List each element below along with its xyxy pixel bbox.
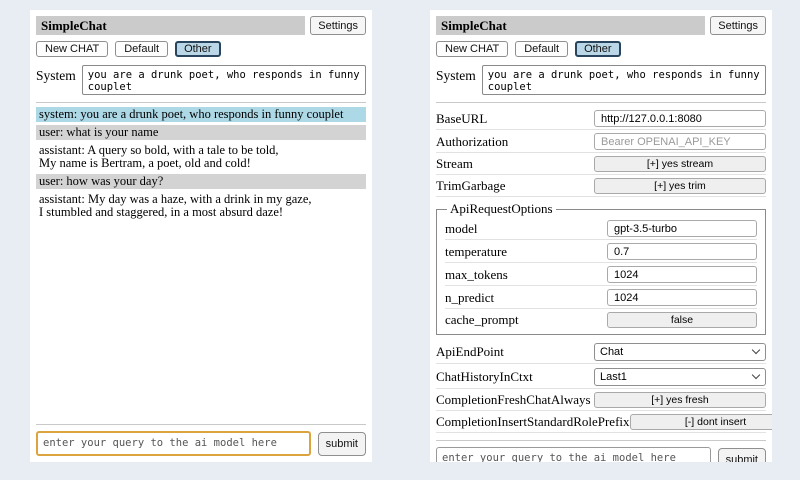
system-prompt-label: System [436,65,476,84]
system-prompt-label: System [36,65,76,84]
spacer [36,220,366,417]
baseurl-label: BaseURL [436,111,487,127]
setting-row-completion-insert: CompletionInsertStandardRolePrefix [-] d… [436,411,766,433]
setting-row-baseurl: BaseURL [436,107,766,130]
setting-row-authorization: Authorization [436,130,766,153]
completion-fresh-label: CompletionFreshChatAlways [436,392,591,408]
system-prompt-row: System you are a drunk poet, who respond… [36,65,366,95]
app-title: SimpleChat [436,16,705,35]
chat-message: system: you are a drunk poet, who respon… [36,107,366,122]
stream-toggle-button[interactable]: [+] yes stream [594,156,766,172]
n-predict-input[interactable] [607,289,757,306]
session-tab-other[interactable]: Other [175,41,221,57]
settings-view-panel: SimpleChat Settings New CHAT Default Oth… [430,10,772,462]
completion-insert-label: CompletionInsertStandardRolePrefix [436,414,630,430]
chat-history-label: ChatHistoryInCtxt [436,369,533,385]
temperature-label: temperature [445,244,507,260]
session-row: New CHAT Default Other [436,41,766,57]
divider [36,102,366,103]
app-title: SimpleChat [36,16,305,35]
cache-prompt-label: cache_prompt [445,312,519,328]
session-tab-other[interactable]: Other [575,41,621,57]
chat-message: user: what is your name [36,125,366,140]
stage: SimpleChat Settings New CHAT Default Oth… [0,0,800,480]
stream-label: Stream [436,156,473,172]
baseurl-input[interactable] [594,110,766,127]
panel-header: SimpleChat Settings [36,16,366,35]
api-request-options-legend: ApiRequestOptions [447,201,556,217]
query-row: submit [436,447,766,462]
divider [436,440,766,441]
cache-prompt-toggle-button[interactable]: false [607,312,757,328]
settings-button[interactable]: Settings [710,16,766,35]
model-label: model [445,221,478,237]
divider [36,424,366,425]
api-request-options-fieldset: ApiRequestOptions model temperature max_… [436,201,766,335]
query-input[interactable] [36,431,311,456]
system-prompt-input[interactable]: you are a drunk poet, who responds in fu… [82,65,366,95]
max-tokens-label: max_tokens [445,267,508,283]
setting-row-trimgarbage: TrimGarbage [+] yes trim [436,175,766,197]
chat-message: assistant: A query so bold, with a tale … [36,143,366,171]
chat-message-list: system: you are a drunk poet, who respon… [36,107,366,220]
setting-row-max-tokens: max_tokens [445,263,757,286]
query-row: submit [36,431,366,456]
new-chat-button[interactable]: New CHAT [36,41,108,57]
setting-row-model: model [445,217,757,240]
panel-header: SimpleChat Settings [436,16,766,35]
settings-button[interactable]: Settings [310,16,366,35]
session-row: New CHAT Default Other [36,41,366,57]
trimgarbage-label: TrimGarbage [436,178,506,194]
submit-button[interactable]: submit [718,448,766,463]
setting-row-stream: Stream [+] yes stream [436,153,766,175]
query-input[interactable] [436,447,711,462]
authorization-input[interactable] [594,133,766,150]
session-tab-default[interactable]: Default [115,41,168,57]
trimgarbage-toggle-button[interactable]: [+] yes trim [594,178,766,194]
chat-view-panel: SimpleChat Settings New CHAT Default Oth… [30,10,372,462]
chat-message: user: how was your day? [36,174,366,189]
temperature-input[interactable] [607,243,757,260]
new-chat-button[interactable]: New CHAT [436,41,508,57]
system-prompt-input[interactable]: you are a drunk poet, who responds in fu… [482,65,766,95]
setting-row-completion-fresh: CompletionFreshChatAlways [+] yes fresh [436,389,766,411]
submit-button[interactable]: submit [318,432,366,456]
model-input[interactable] [607,220,757,237]
n-predict-label: n_predict [445,290,494,306]
api-endpoint-select[interactable]: Chat [594,343,766,361]
completion-insert-toggle-button[interactable]: [-] dont insert [630,414,772,430]
session-tab-default[interactable]: Default [515,41,568,57]
api-endpoint-label: ApiEndPoint [436,344,504,360]
divider [436,102,766,103]
max-tokens-input[interactable] [607,266,757,283]
setting-row-temperature: temperature [445,240,757,263]
setting-row-chat-history: ChatHistoryInCtxt Last1 [436,364,766,389]
setting-row-cache-prompt: cache_prompt false [445,309,757,330]
chat-message: assistant: My day was a haze, with a dri… [36,192,366,220]
chat-history-select[interactable]: Last1 [594,368,766,386]
completion-fresh-toggle-button[interactable]: [+] yes fresh [594,392,766,408]
authorization-label: Authorization [436,134,508,150]
setting-row-n-predict: n_predict [445,286,757,309]
system-prompt-row: System you are a drunk poet, who respond… [436,65,766,95]
setting-row-api-endpoint: ApiEndPoint Chat [436,339,766,364]
